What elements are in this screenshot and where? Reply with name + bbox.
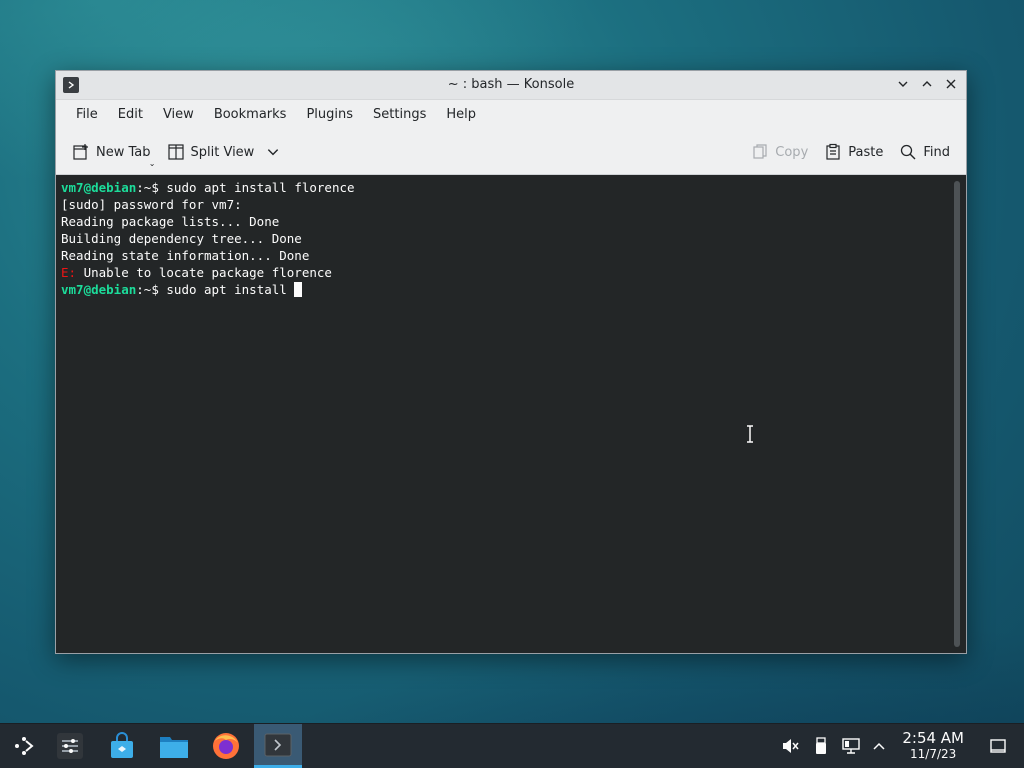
title-bar[interactable]: ~ : bash — Konsole: [56, 71, 966, 100]
copy-button[interactable]: Copy: [743, 134, 816, 170]
digital-clock[interactable]: 2:54 AM 11/7/23: [902, 729, 964, 762]
new-tab-icon: [73, 144, 88, 160]
taskbar: 2:54 AM 11/7/23: [0, 723, 1024, 768]
menu-settings[interactable]: Settings: [363, 102, 436, 128]
removable-devices-tray[interactable]: [811, 736, 831, 756]
chevron-down-icon: ⌄: [148, 159, 156, 168]
prompt-dollar: $: [151, 180, 167, 195]
application-launcher-button[interactable]: [0, 724, 48, 768]
clock-date: 11/7/23: [910, 747, 957, 761]
file-manager-taskbar-item[interactable]: [150, 724, 198, 768]
terminal-line: vm7@debian:~$ sudo apt install florence: [61, 179, 355, 196]
prompt-path: :~: [136, 180, 152, 195]
paste-label: Paste: [848, 144, 884, 160]
new-tab-label: New Tab: [96, 144, 151, 160]
search-icon: [901, 144, 916, 160]
terminal-line: Reading package lists... Done: [61, 214, 280, 229]
close-icon: [946, 79, 956, 89]
minimize-button[interactable]: [894, 75, 912, 93]
text-cursor: [294, 282, 303, 297]
shopping-bag-icon: [111, 732, 133, 758]
command-text: sudo apt install florence: [166, 180, 355, 195]
split-view-icon: [167, 144, 184, 160]
clock-time: 2:54 AM: [902, 729, 964, 747]
terminal-icon: [264, 733, 292, 756]
firefox-icon: [213, 733, 239, 759]
error-message: Unable to locate package florence: [76, 265, 332, 280]
terminal-scrollbar[interactable]: [954, 181, 960, 647]
chevron-down-icon: [268, 149, 279, 156]
split-view-button[interactable]: Split View: [159, 134, 289, 170]
menu-bar: File Edit View Bookmarks Plugins Setting…: [56, 100, 966, 130]
network-wired-icon: [842, 738, 860, 754]
terminal-line: Building dependency tree... Done: [61, 231, 302, 246]
terminal-line: Reading state information... Done: [61, 248, 310, 263]
chevron-down-icon: [898, 81, 908, 87]
find-label: Find: [923, 144, 950, 160]
chevron-up-icon: [873, 742, 885, 750]
kde-launcher-icon: [15, 737, 34, 755]
folder-icon: [160, 737, 188, 758]
show-hidden-tray-icons[interactable]: [869, 736, 889, 756]
terminal-line: [sudo] password for vm7:: [61, 197, 242, 212]
usb-drive-icon: [816, 737, 826, 754]
prompt-path: :~: [136, 282, 152, 297]
paste-button[interactable]: Paste: [816, 134, 891, 170]
ibeam-cursor-icon: [747, 425, 753, 443]
speaker-muted-icon: [783, 739, 799, 753]
menu-plugins[interactable]: Plugins: [296, 102, 363, 128]
copy-icon: [753, 144, 767, 159]
prompt-user-host: vm7@debian: [61, 282, 137, 297]
maximize-button[interactable]: [918, 75, 936, 93]
menu-file[interactable]: File: [66, 102, 108, 128]
split-view-label: Split View: [190, 144, 255, 160]
terminal-area[interactable]: vm7@debian:~$ sudo apt install florence[…: [56, 175, 966, 653]
show-desktop-button[interactable]: [988, 736, 1008, 756]
copy-label: Copy: [775, 144, 809, 160]
menu-edit[interactable]: Edit: [108, 102, 153, 128]
konsole-taskbar-item[interactable]: [254, 724, 302, 768]
close-button[interactable]: [942, 75, 960, 93]
menu-help[interactable]: Help: [436, 102, 486, 128]
show-desktop-icon: [990, 739, 1006, 753]
terminal-line: E: Unable to locate package florence: [61, 264, 355, 281]
firefox-taskbar-item[interactable]: [202, 724, 250, 768]
menu-bookmarks[interactable]: Bookmarks: [204, 102, 297, 128]
chevron-up-icon: [922, 81, 932, 87]
prompt-dollar: $: [151, 282, 167, 297]
command-input[interactable]: sudo apt install: [166, 282, 294, 297]
network-tray[interactable]: [841, 736, 861, 756]
paste-icon: [826, 143, 840, 160]
system-settings-taskbar-item[interactable]: [46, 724, 94, 768]
window-title: ~ : bash — Konsole: [447, 77, 575, 92]
terminal-output: vm7@debian:~$ sudo apt install florence[…: [61, 179, 355, 298]
find-button[interactable]: Find: [891, 134, 958, 170]
error-prefix: E:: [61, 265, 77, 280]
konsole-window[interactable]: ~ : bash — Konsole File Edit View Bookma…: [55, 70, 967, 654]
menu-view[interactable]: View: [153, 102, 204, 128]
toolbar: New Tab ⌄ Split View Copy Paste Find: [56, 130, 966, 175]
prompt-user-host: vm7@debian: [61, 180, 137, 195]
discover-store-taskbar-item[interactable]: [98, 724, 146, 768]
terminal-line: vm7@debian:~$ sudo apt install: [61, 281, 355, 298]
volume-muted-tray[interactable]: [780, 736, 800, 756]
settings-sliders-icon: [57, 733, 83, 759]
new-tab-button[interactable]: New Tab ⌄: [64, 134, 159, 170]
